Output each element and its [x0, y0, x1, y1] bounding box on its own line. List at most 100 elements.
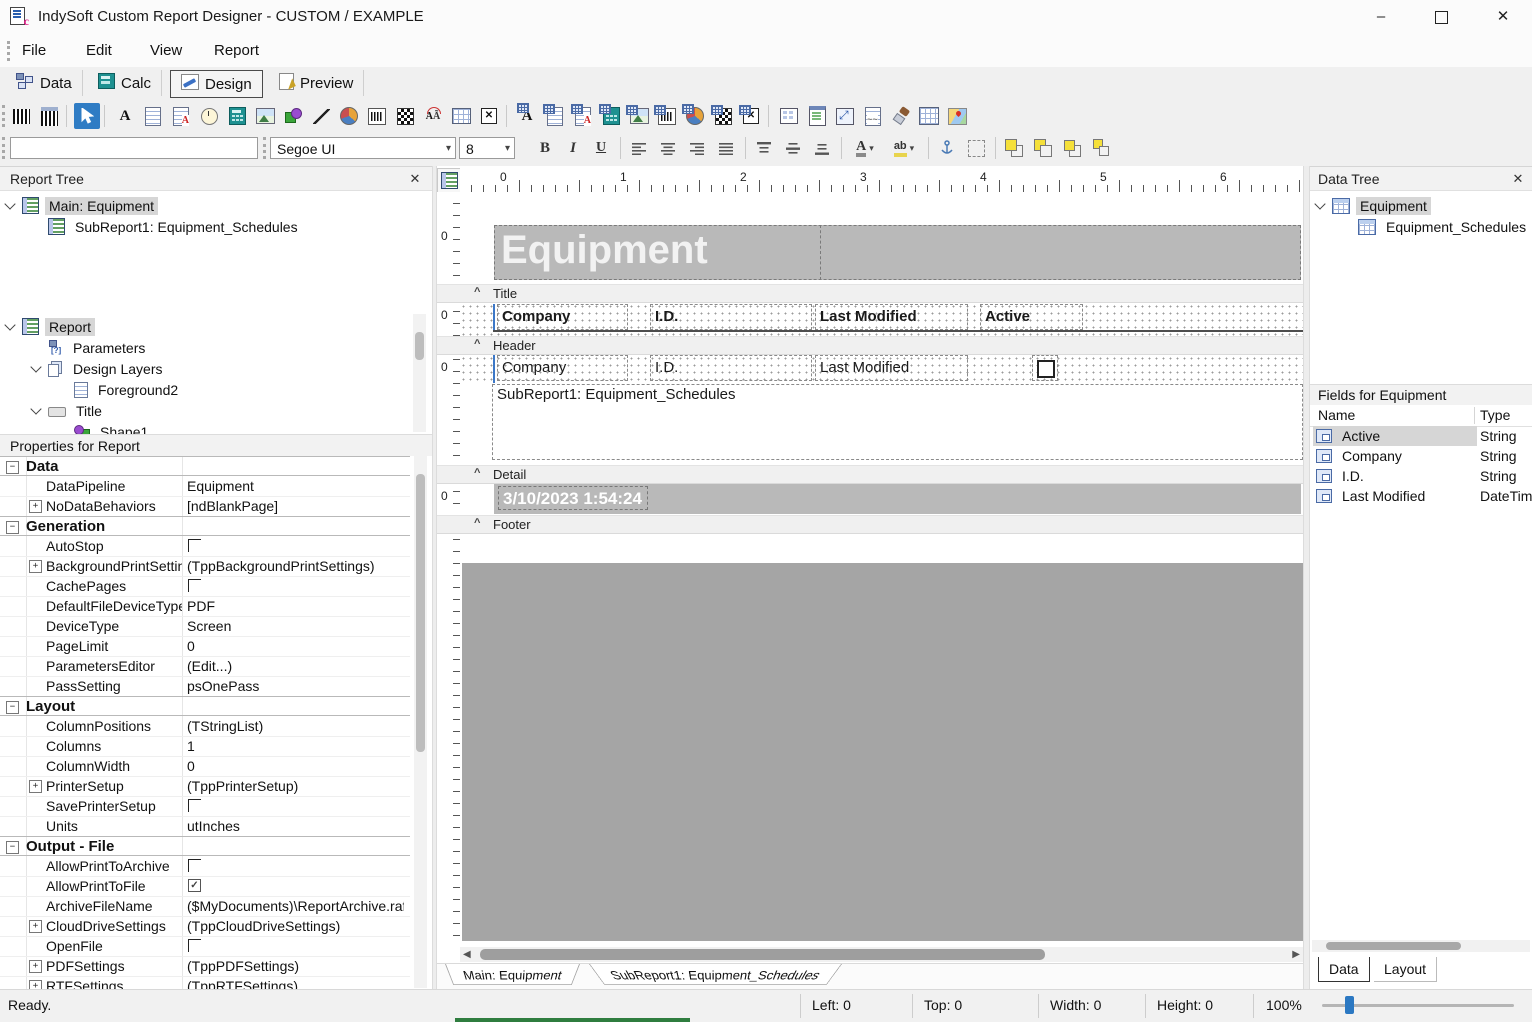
report-tree-item-parameters[interactable]: Parameters	[6, 337, 149, 358]
toolbar-grip[interactable]	[2, 137, 8, 159]
property-row-columnwidth[interactable]: ColumnWidth0	[0, 756, 410, 777]
tab-calc[interactable]: Calc	[88, 70, 162, 96]
db-richtext-tool-button[interactable]	[570, 103, 596, 129]
property-value[interactable]: (TppPrinterSetup)	[187, 776, 404, 796]
anchor-button[interactable]	[934, 136, 960, 160]
checkbox[interactable]	[188, 859, 201, 872]
scroll-right-icon[interactable]: ▶	[1292, 949, 1300, 960]
align-justify-button[interactable]	[713, 136, 739, 160]
barcode-2d-tool-button[interactable]	[392, 103, 418, 129]
header-field-company[interactable]: Company	[497, 304, 628, 330]
collapse-icon[interactable]: −	[6, 521, 19, 534]
report-tree-item-shape1[interactable]: Shape1	[6, 421, 152, 434]
property-row-passsetting[interactable]: PassSettingpsOnePass	[0, 676, 410, 697]
chevron-down-icon[interactable]	[4, 319, 15, 330]
italic-button[interactable]: I	[560, 136, 586, 160]
db-chart-tool-button[interactable]	[682, 103, 708, 129]
property-group-layout[interactable]: −Layout	[0, 696, 410, 716]
page-tab-subreport1-equipment-schedules[interactable]: SubReport1: Equipment_Schedules	[589, 964, 842, 985]
maximize-button[interactable]	[1426, 5, 1456, 29]
checkbox[interactable]: ✓	[188, 879, 201, 892]
right-splitter[interactable]	[1303, 166, 1310, 989]
field-row-company[interactable]: CompanyString	[1310, 446, 1532, 466]
menu-file[interactable]: File	[16, 40, 52, 61]
fields-horizontal-scrollbar[interactable]	[1312, 940, 1530, 952]
region-tool-button[interactable]	[776, 103, 802, 129]
page-tab-main-equipment[interactable]: Main: Equipment	[445, 964, 580, 985]
db-calc-tool-button[interactable]	[598, 103, 624, 129]
property-value[interactable]: 0	[187, 636, 404, 656]
band-strip-title[interactable]: ^Title	[437, 284, 1303, 303]
expand-icon[interactable]: +	[29, 960, 42, 973]
subreport-tool-button[interactable]	[804, 103, 830, 129]
checkbox[interactable]	[188, 579, 201, 592]
chart-tool-button[interactable]	[336, 103, 362, 129]
header-field-active[interactable]: Active	[980, 304, 1083, 330]
property-value[interactable]: (TppBackgroundPrintSettings)	[187, 556, 404, 576]
property-row-openfile[interactable]: OpenFile	[0, 936, 410, 957]
tab-data[interactable]: Data	[6, 70, 83, 96]
fields-col-type[interactable]: Type	[1480, 405, 1510, 426]
pointer-tool-button[interactable]	[74, 103, 100, 129]
chevron-down-icon[interactable]: ▾	[446, 138, 451, 160]
font-name-select[interactable]: Segoe UI▾	[270, 137, 456, 159]
property-row-columns[interactable]: Columns1	[0, 736, 410, 757]
richtext-tool-button[interactable]	[168, 103, 194, 129]
property-row-allowprinttoarchive[interactable]: AllowPrintToArchive	[0, 856, 410, 877]
property-group-data[interactable]: −Data	[0, 456, 410, 476]
field-row-active[interactable]: ActiveString	[1310, 426, 1532, 446]
scroll-left-icon[interactable]: ◀	[463, 949, 471, 960]
data-tree-close-icon[interactable]: ✕	[1508, 167, 1528, 191]
align-center-button[interactable]	[655, 136, 681, 160]
richview-tool-button[interactable]	[860, 103, 886, 129]
db-checkbox-tool-button[interactable]: ✕	[738, 103, 764, 129]
band-strip-detail[interactable]: ^Detail	[437, 465, 1303, 484]
report-tree-item-design-layers[interactable]: Design Layers	[6, 358, 167, 379]
expand-icon[interactable]: +	[29, 500, 42, 513]
valign-top-button[interactable]	[751, 136, 777, 160]
footer-shape[interactable]: 3/10/2023 1:54:24 P	[494, 484, 1301, 514]
align-right-button[interactable]	[684, 136, 710, 160]
db-memo-tool-button[interactable]	[542, 103, 568, 129]
underline-button[interactable]: U	[588, 136, 614, 160]
report-tree-item-report[interactable]: Report	[6, 316, 95, 337]
property-value[interactable]: utInches	[187, 816, 404, 836]
report-tree-item-foreground2[interactable]: Foreground2	[6, 379, 182, 400]
collapse-icon[interactable]: −	[6, 461, 19, 474]
property-value[interactable]: psOnePass	[187, 676, 404, 696]
field-row-last-modified[interactable]: Last ModifiedDateTim	[1310, 486, 1532, 506]
property-row-clouddrivesettings[interactable]: +CloudDriveSettings(TppCloudDriveSetting…	[0, 916, 410, 937]
property-row-columnpositions[interactable]: ColumnPositions(TStringList)	[0, 716, 410, 737]
collapse-icon[interactable]: −	[6, 841, 19, 854]
property-value[interactable]: [ndBlankPage]	[187, 496, 404, 516]
detail-field-i-d-[interactable]: I.D.	[650, 355, 812, 381]
field-row-i-d-[interactable]: I.D.String	[1310, 466, 1532, 486]
title-shape[interactable]: Equipment	[494, 225, 1301, 280]
property-row-pagelimit[interactable]: PageLimit0	[0, 636, 410, 657]
report-settings-icon[interactable]	[437, 168, 462, 193]
data-tree-item-equipment-schedules[interactable]: Equipment_Schedules	[1316, 216, 1530, 237]
property-value[interactable]: PDF	[187, 596, 404, 616]
bold-button[interactable]: B	[532, 136, 558, 160]
menu-edit[interactable]: Edit	[80, 40, 118, 61]
property-value[interactable]: (Edit...)	[187, 656, 404, 676]
canvas-horizontal-scrollbar[interactable]: ◀ ▶	[460, 947, 1303, 962]
db-text-tool-button[interactable]: A	[514, 103, 540, 129]
position-frame-button[interactable]	[963, 136, 989, 160]
bring-to-front-button[interactable]	[1001, 136, 1027, 160]
scrollbar-thumb[interactable]	[480, 949, 1045, 960]
collapse-band-icon[interactable]: ^	[474, 338, 480, 350]
property-row-defaultfiledevicetype[interactable]: DefaultFileDeviceTypePDF	[0, 596, 410, 617]
header-underline-shape[interactable]	[493, 330, 1303, 332]
report-tree-scrollbar[interactable]	[413, 314, 426, 432]
property-row-allowprinttofile[interactable]: AllowPrintToFile✓	[0, 876, 410, 897]
expression-input[interactable]	[10, 137, 258, 159]
align-left-button[interactable]	[626, 136, 652, 160]
scrollbar-thumb[interactable]	[1326, 942, 1461, 950]
table-tool-button[interactable]	[916, 103, 942, 129]
detail-field-company[interactable]: Company	[497, 355, 628, 381]
image-tool-button[interactable]	[252, 103, 278, 129]
data-tree-item-equipment[interactable]: Equipment	[1316, 195, 1431, 216]
chevron-down-icon[interactable]	[1314, 198, 1325, 209]
footer-datetime-field[interactable]: 3/10/2023 1:54:24 P	[498, 486, 648, 510]
